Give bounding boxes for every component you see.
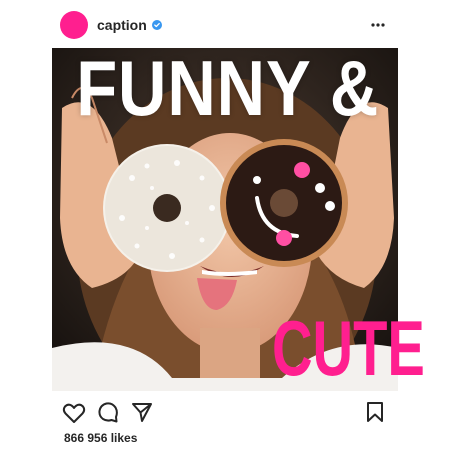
headline-bottom: CUTE [272,304,425,392]
send-icon[interactable] [131,401,153,423]
bookmark-icon[interactable] [366,401,384,423]
verified-badge-icon [152,20,162,30]
username[interactable]: caption [97,16,147,34]
headline-top: FUNNY & [76,44,380,132]
more-horizontal-icon[interactable] [369,20,387,30]
heart-icon[interactable] [62,402,86,424]
post-header: caption [0,0,450,50]
likes-count[interactable]: 866 956 likes [64,431,137,445]
avatar[interactable] [60,11,88,39]
comment-icon[interactable] [97,401,119,423]
